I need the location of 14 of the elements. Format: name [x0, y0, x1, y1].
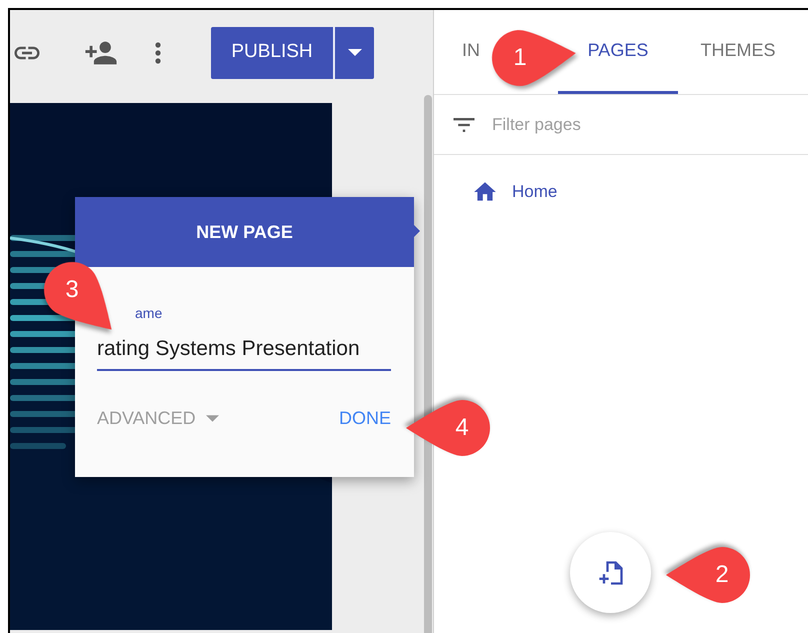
caret-icon [348, 49, 362, 56]
more-icon[interactable] [154, 40, 162, 66]
field-label: ame [135, 305, 164, 321]
dialog-title: NEW PAGE [196, 220, 293, 244]
publish-button[interactable]: PUBLISH [211, 26, 333, 78]
publish-menu-button[interactable] [333, 26, 374, 78]
filter-field[interactable]: Filter pages [492, 112, 692, 138]
caret-icon [206, 414, 219, 422]
page-item[interactable]: Home [472, 179, 808, 205]
name-field[interactable]: rating Systems Presentation [97, 333, 391, 370]
page-label[interactable]: Home [512, 179, 558, 205]
scrollbar[interactable] [424, 95, 432, 633]
add-page-icon [596, 558, 624, 586]
panel-tab[interactable]: THEMES [678, 10, 798, 94]
